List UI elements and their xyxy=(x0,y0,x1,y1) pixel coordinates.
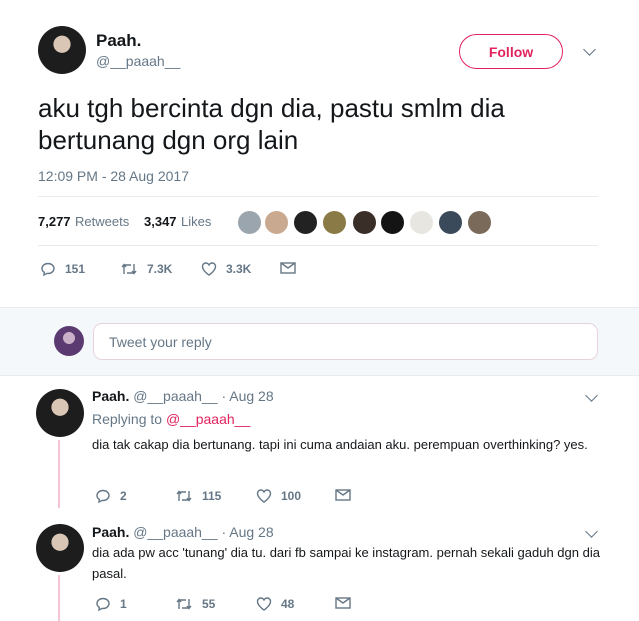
tweet-timestamp[interactable]: 12:09 PM - 28 Aug 2017 xyxy=(38,168,189,184)
replying-to-handle[interactable]: @__paaah__ xyxy=(166,411,250,427)
reply-header: Paah. @__paaah__ · Aug 28 xyxy=(92,388,274,404)
mail-icon xyxy=(335,489,351,501)
replying-to: Replying to @__paaah__ xyxy=(92,411,250,427)
reply-action[interactable]: 151 xyxy=(40,261,85,277)
like-action[interactable]: 100 xyxy=(256,488,301,504)
author-handle[interactable]: @__paaah__ xyxy=(96,53,180,69)
retweets-count: 7,277 xyxy=(38,214,71,229)
reply-text: dia tak cakap dia bertunang. tapi ini cu… xyxy=(92,437,588,452)
mail-icon xyxy=(335,597,351,609)
author-name[interactable]: Paah. xyxy=(96,31,141,51)
separator: · xyxy=(221,388,227,404)
liker-avatar[interactable] xyxy=(293,210,318,235)
chevron-down-icon[interactable] xyxy=(585,525,598,538)
retweet-action[interactable]: 7.3K xyxy=(120,261,172,277)
reply-text: dia ada pw acc 'tunang' dia tu. dari fb … xyxy=(92,545,600,581)
reply-count: 1 xyxy=(120,597,127,611)
retweet-icon xyxy=(121,263,137,275)
message-action[interactable] xyxy=(335,596,360,610)
likes-label: Likes xyxy=(181,214,212,229)
mail-icon xyxy=(280,262,296,274)
heart-icon xyxy=(256,597,272,611)
liker-avatar[interactable] xyxy=(380,210,405,235)
reply-icon xyxy=(41,262,55,277)
liker-avatar[interactable] xyxy=(467,210,492,235)
reply-input[interactable]: Tweet your reply xyxy=(93,323,598,360)
like-count: 100 xyxy=(281,489,302,503)
chevron-down-icon[interactable] xyxy=(583,43,596,56)
reply-author-name[interactable]: Paah. xyxy=(92,524,129,540)
likes-count: 3,347 xyxy=(144,214,177,229)
heart-icon xyxy=(201,262,217,276)
tweet-text: aku tgh bercinta dgn dia, pastu smlm dia… xyxy=(38,93,505,155)
retweet-count: 55 xyxy=(202,597,216,611)
like-count: 48 xyxy=(281,597,295,611)
reply-date[interactable]: Aug 28 xyxy=(229,524,273,540)
chevron-down-icon[interactable] xyxy=(585,389,598,402)
divider xyxy=(38,245,598,246)
reply-author-name[interactable]: Paah. xyxy=(92,388,129,404)
retweet-action[interactable]: 115 xyxy=(175,488,221,504)
reply-action[interactable]: 2 xyxy=(95,488,127,504)
liker-avatar[interactable] xyxy=(352,210,377,235)
heart-icon xyxy=(256,489,272,503)
reply-icon xyxy=(96,489,110,504)
thread-line xyxy=(58,440,60,508)
author-avatar[interactable] xyxy=(38,26,86,74)
like-action[interactable]: 48 xyxy=(256,596,294,612)
reply-count: 2 xyxy=(120,489,127,503)
like-action[interactable]: 3.3K xyxy=(201,261,251,277)
follow-button[interactable]: Follow xyxy=(459,34,563,69)
replying-to-label: Replying to xyxy=(92,411,163,427)
current-user-avatar xyxy=(54,326,84,356)
message-action[interactable] xyxy=(280,261,305,275)
liker-avatar[interactable] xyxy=(322,210,347,235)
like-count: 3.3K xyxy=(226,262,252,276)
retweet-icon xyxy=(176,598,192,610)
reply-author-handle[interactable]: @__paaah__ xyxy=(133,388,217,404)
retweets-stat[interactable]: 7,277 Retweets xyxy=(38,213,129,231)
liker-avatar[interactable] xyxy=(237,210,262,235)
reply-avatar[interactable] xyxy=(36,524,84,572)
reply-icon xyxy=(96,597,110,612)
reply-author-handle[interactable]: @__paaah__ xyxy=(133,524,217,540)
retweet-action[interactable]: 55 xyxy=(175,596,215,612)
reply-count: 151 xyxy=(65,262,86,276)
liker-avatar[interactable] xyxy=(409,210,434,235)
reply-header: Paah. @__paaah__ · Aug 28 xyxy=(92,524,274,540)
retweet-count: 115 xyxy=(202,489,222,503)
separator: · xyxy=(221,524,227,540)
retweet-count: 7.3K xyxy=(147,262,173,276)
retweet-icon xyxy=(176,490,192,502)
reply-date[interactable]: Aug 28 xyxy=(229,388,273,404)
message-action[interactable] xyxy=(335,488,360,502)
thread-line xyxy=(58,575,60,621)
reply-action[interactable]: 1 xyxy=(95,596,127,612)
reply-avatar[interactable] xyxy=(36,389,84,437)
liker-avatar[interactable] xyxy=(264,210,289,235)
likes-stat[interactable]: 3,347 Likes xyxy=(144,213,211,231)
divider xyxy=(38,196,598,197)
retweets-label: Retweets xyxy=(75,214,130,229)
liker-avatar[interactable] xyxy=(438,210,463,235)
